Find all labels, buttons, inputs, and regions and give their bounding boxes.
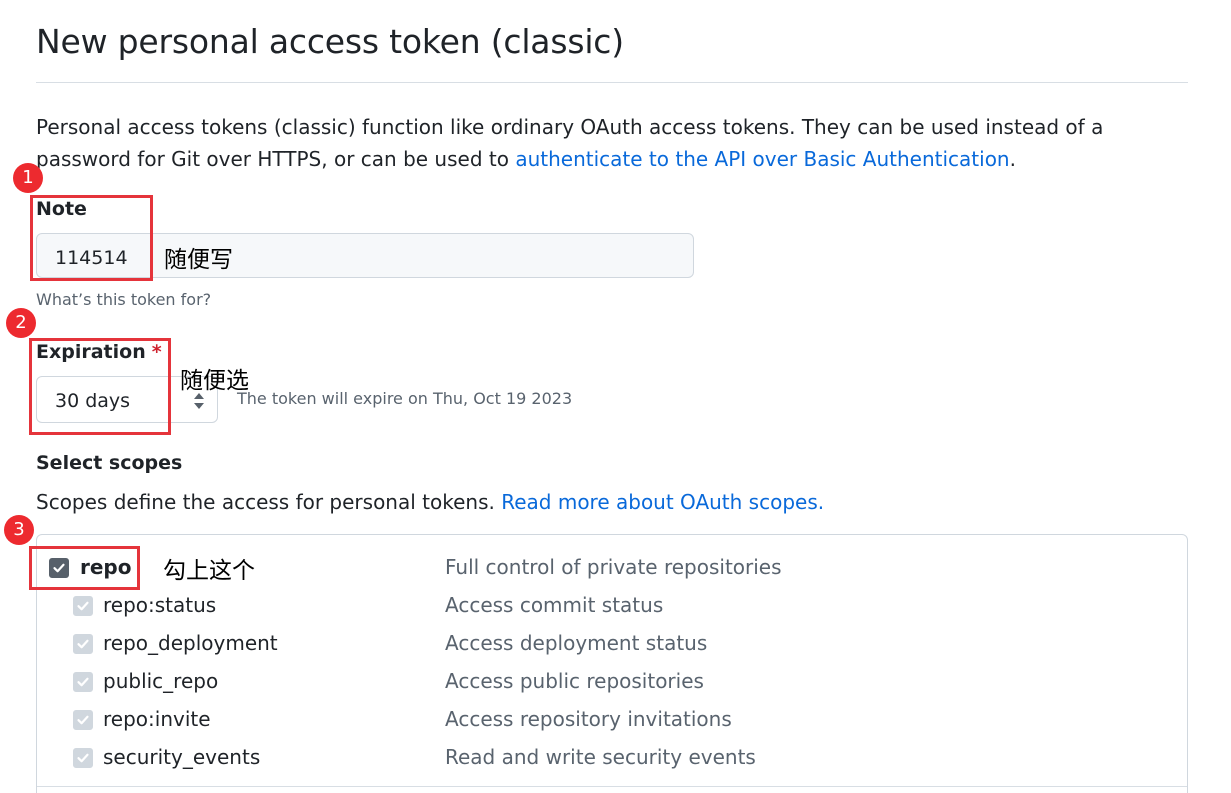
annotation-expiration-hint: 随便选: [180, 368, 249, 394]
scopes-description: Scopes define the access for personal to…: [36, 490, 824, 514]
oauth-scopes-link[interactable]: Read more about OAuth scopes.: [501, 490, 824, 514]
scope-item-name: security_events: [103, 745, 261, 769]
title-divider: [36, 82, 1188, 83]
scope-item-name: repo:status: [103, 593, 217, 617]
intro-end: .: [1009, 147, 1016, 171]
repo-scope-description: Full control of private repositories: [445, 555, 782, 579]
basic-auth-link[interactable]: authenticate to the API over Basic Authe…: [515, 147, 1009, 171]
scope-item-description: Access public repositories: [445, 669, 704, 693]
annotation-marker-3: 3: [4, 515, 34, 545]
scope-item-name: repo_deployment: [103, 631, 278, 655]
annotation-repo-hint: 勾上这个: [163, 558, 255, 584]
repo-deployment-checkbox[interactable]: [73, 634, 93, 654]
expiration-label-text: Expiration: [36, 341, 146, 363]
annotation-marker-1: 1: [13, 163, 43, 193]
scope-item-name: public_repo: [103, 669, 219, 693]
repo-status-checkbox[interactable]: [73, 596, 93, 616]
token-form-page: New personal access token (classic) Pers…: [0, 0, 1231, 793]
note-input[interactable]: [36, 233, 694, 278]
public-repo-checkbox[interactable]: [73, 672, 93, 692]
security-events-checkbox[interactable]: [73, 748, 93, 768]
repo-invite-checkbox[interactable]: [73, 710, 93, 730]
checkmark-icon: [77, 601, 89, 611]
checkmark-icon: [77, 715, 89, 725]
intro-paragraph: Personal access tokens (classic) functio…: [36, 111, 1196, 175]
annotation-marker-2: 2: [6, 308, 36, 338]
repo-checkbox[interactable]: [49, 558, 69, 578]
annotation-note-hint: 随便写: [164, 247, 233, 273]
scope-item-description: Access commit status: [445, 593, 664, 617]
note-hint: What’s this token for?: [36, 290, 212, 309]
scope-item-description: Access repository invitations: [445, 707, 732, 731]
scopes-description-text: Scopes define the access for personal to…: [36, 490, 502, 514]
checkmark-icon: [53, 563, 65, 573]
scope-item-description: Read and write security events: [445, 745, 756, 769]
expiration-selected-value: 30 days: [55, 390, 131, 412]
scope-item-name: repo:invite: [103, 707, 211, 731]
checkmark-icon: [77, 639, 89, 649]
page-title: New personal access token (classic): [36, 22, 624, 61]
checkmark-icon: [77, 677, 89, 687]
expiration-label: Expiration *: [36, 341, 162, 363]
checkmark-icon: [77, 753, 89, 763]
expiration-date-text: The token will expire on Thu, Oct 19 202…: [237, 389, 573, 408]
repo-scope-name: repo: [80, 555, 132, 579]
select-scopes-heading: Select scopes: [36, 452, 183, 474]
note-label: Note: [36, 198, 87, 220]
scopes-group-divider: [37, 786, 1187, 787]
required-marker: *: [151, 341, 162, 363]
scope-item-description: Access deployment status: [445, 631, 708, 655]
